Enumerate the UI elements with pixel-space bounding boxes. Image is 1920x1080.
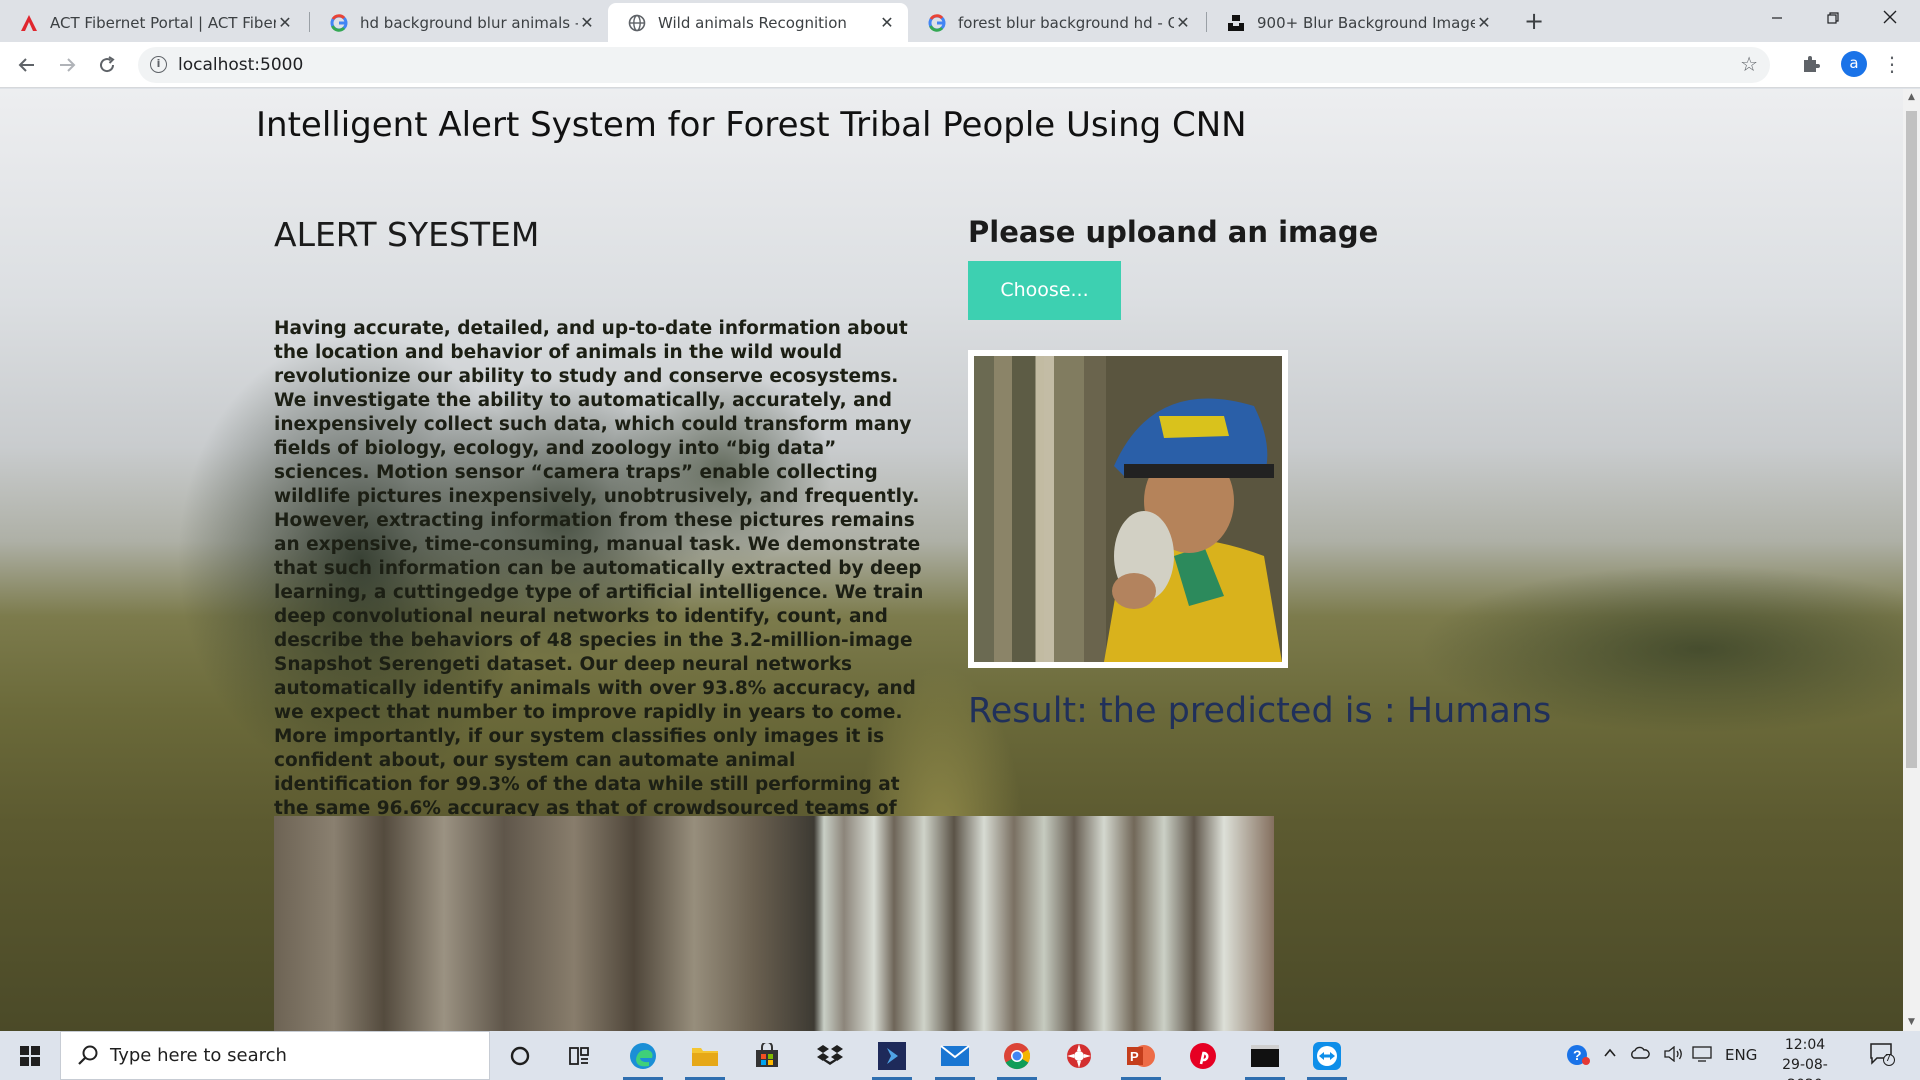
svg-text:P: P [1130,1049,1139,1064]
close-icon[interactable]: ✕ [1174,13,1192,32]
worker-photo [974,356,1282,662]
search-placeholder: Type here to search [110,1045,287,1066]
search-icon [77,1044,101,1068]
tab-title: Wild animals Recognition [658,13,847,32]
page-viewport: Intelligent Alert System for Forest Trib… [0,89,1903,1031]
google-icon [330,13,348,32]
globe-icon [628,14,646,32]
file-explorer-icon[interactable] [683,1037,727,1080]
description-text: Having accurate, detailed, and up-to-dat… [274,318,924,867]
taskbar-search-box[interactable]: Type here to search [60,1031,490,1080]
teamviewer-icon[interactable] [1305,1037,1349,1080]
close-window-button[interactable] [1862,0,1918,40]
tab-hd-background[interactable]: hd background blur animals - Go ✕ [310,3,608,42]
language-indicator[interactable]: ENG [1725,1046,1757,1064]
forest-banner-image [274,816,1274,1031]
clock[interactable]: 12:04 29-08-2020 [1765,1035,1845,1080]
help-tray-icon[interactable]: ? [1565,1043,1591,1071]
close-icon[interactable]: ✕ [276,13,294,32]
back-arrow-icon [18,58,34,72]
scroll-thumb[interactable] [1906,111,1917,768]
cortana-icon[interactable] [498,1037,542,1075]
visual-studio-icon[interactable] [870,1037,914,1080]
browser-menu-icon[interactable]: ⋮ [1882,52,1902,76]
tab-title: forest blur background hd - Goo [958,13,1174,32]
minimize-icon [1772,17,1782,19]
close-icon[interactable]: ✕ [878,13,896,32]
onedrive-icon[interactable] [1630,1046,1650,1064]
reload-icon [100,56,115,73]
terminal-icon[interactable] [1243,1037,1287,1080]
address-bar[interactable]: i localhost:5000 ☆ [138,47,1770,83]
edge-icon[interactable] [621,1037,665,1080]
chevron-up-icon[interactable] [1603,1046,1617,1064]
alert-system-heading: ALERT SYESTEM [274,215,540,254]
url-text[interactable]: localhost:5000 [178,55,303,75]
close-icon[interactable]: ✕ [1475,13,1493,32]
volume-icon[interactable] [1664,1045,1684,1066]
taskbar: Type here to search P ? ENG 12:04 29-08-… [0,1031,1920,1080]
bookmark-star-icon[interactable]: ☆ [1740,52,1758,76]
svg-text:?: ? [1573,1047,1582,1063]
prediction-result: Result: the predicted is : Humans [968,691,1552,731]
network-icon[interactable] [1692,1046,1712,1066]
scroll-down-arrow-icon[interactable]: ▼ [1903,1014,1920,1031]
profile-avatar[interactable]: a [1841,51,1867,77]
tab-title: 900+ Blur Background Images: D [1257,13,1475,32]
tab-title: hd background blur animals - Go [360,13,578,32]
restore-button[interactable] [1805,0,1861,40]
task-view-icon[interactable] [557,1037,601,1075]
notification-center-icon[interactable]: 7 [1869,1042,1899,1070]
page-scrollbar[interactable]: ▲ ▼ [1903,89,1920,1031]
tab-blur-images[interactable]: 900+ Blur Background Images: D ✕ [1207,3,1505,42]
chrome-icon[interactable] [995,1037,1039,1080]
store-icon[interactable] [745,1037,789,1075]
tab-strip: ACT Fibernet Portal | ACT Fiberne ✕ hd b… [0,0,1920,42]
close-window-icon [1883,10,1897,24]
tab-act-fibernet[interactable]: ACT Fibernet Portal | ACT Fiberne ✕ [0,3,306,42]
powerpoint-icon[interactable]: P [1119,1037,1163,1080]
new-tab-button[interactable]: + [1519,6,1549,36]
clock-time: 12:04 [1784,1037,1826,1053]
tab-wild-animals[interactable]: Wild animals Recognition ✕ [608,3,908,42]
mail-icon[interactable] [933,1037,977,1080]
minimize-button[interactable] [1749,0,1805,40]
reload-button[interactable] [92,50,122,80]
tab-forest-blur[interactable]: forest blur background hd - Goo ✕ [908,3,1204,42]
google-icon [928,13,946,32]
start-button[interactable] [0,1031,60,1080]
back-button[interactable] [12,50,42,80]
clock-date: 29-08-2020 [1782,1057,1828,1080]
act-logo-icon [20,14,38,32]
unsplash-icon [1227,14,1245,32]
forward-arrow-icon [60,58,76,72]
extensions-puzzle-icon[interactable] [1801,54,1823,76]
notification-count: 7 [1885,1053,1892,1064]
pinterest-icon[interactable] [1181,1037,1225,1075]
forward-button[interactable] [52,50,82,80]
restore-icon [1827,12,1839,24]
choose-file-button[interactable]: Choose... [968,261,1121,320]
tab-title: ACT Fibernet Portal | ACT Fiberne [50,13,276,32]
app-icon[interactable] [1057,1037,1101,1075]
scroll-up-arrow-icon[interactable]: ▲ [1903,89,1920,106]
browser-toolbar: i localhost:5000 ☆ a ⋮ [0,42,1920,88]
uploaded-image-preview [968,350,1288,668]
site-info-icon[interactable]: i [150,56,167,73]
page-title: Intelligent Alert System for Forest Trib… [256,105,1247,145]
windows-logo-icon [20,1045,40,1066]
upload-heading: Please uploand an image [968,215,1379,249]
dropbox-icon[interactable] [808,1037,852,1075]
close-icon[interactable]: ✕ [578,13,596,32]
